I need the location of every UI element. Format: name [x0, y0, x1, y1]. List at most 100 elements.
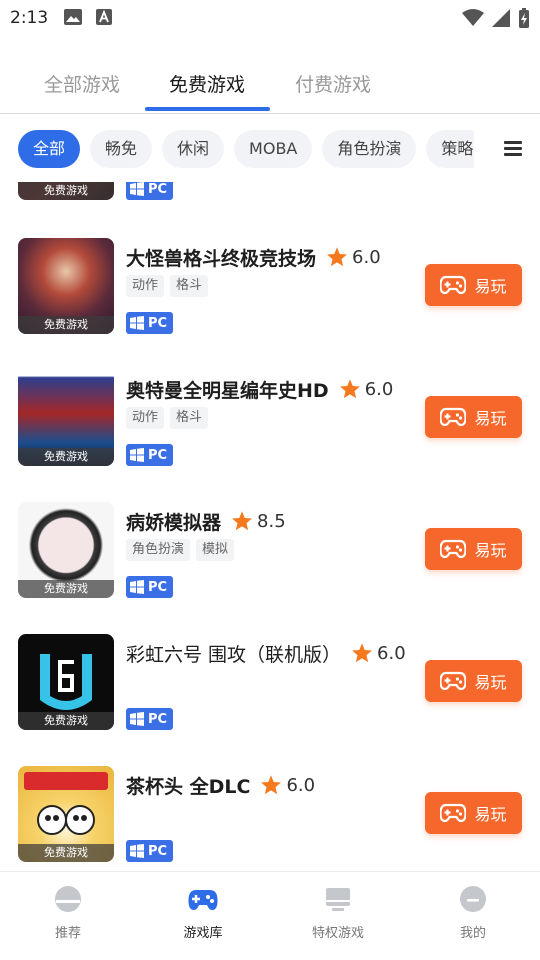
platform-badge: PC — [126, 576, 174, 598]
tab-all-games[interactable]: 全部游戏 — [44, 70, 120, 97]
game-tag: 动作 — [126, 407, 165, 429]
game-title: 奥特曼全明星编年史HD — [126, 379, 329, 402]
nav-item-privilege-games[interactable]: 特权游戏 — [278, 884, 398, 941]
play-button-label: 易玩 — [474, 805, 507, 824]
game-title: 病娇模拟器 — [126, 511, 222, 534]
filter-chip-moba[interactable]: MOBA — [234, 130, 313, 168]
gamepad-icon — [440, 539, 467, 559]
play-button-label: 易玩 — [474, 277, 507, 296]
windows-icon — [130, 182, 144, 196]
gamepad-icon — [440, 671, 467, 691]
list-item[interactable]: 免费游戏 PC — [0, 182, 540, 204]
signal-icon — [492, 9, 510, 27]
game-thumbnail: 免费游戏 — [18, 182, 114, 200]
filter-chip-list: 全部 畅免 休闲 MOBA 角色扮演 策略 — [18, 130, 474, 170]
game-tag: 格斗 — [170, 407, 209, 429]
status-time: 2:13 — [10, 8, 49, 28]
star-icon — [339, 379, 360, 399]
platform-badge: PC — [126, 182, 174, 200]
game-tag: 动作 — [126, 275, 165, 297]
free-game-badge: 免费游戏 — [18, 712, 114, 730]
game-tags: 角色扮演 模拟 — [126, 539, 235, 561]
list-item[interactable]: 免费游戏 彩虹六号 围攻（联机版） 6.0 PC 易玩 — [0, 634, 540, 734]
free-game-badge: 免费游戏 — [18, 182, 114, 200]
category-tabs: 全部游戏 免费游戏 付费游戏 — [0, 50, 540, 114]
list-item[interactable]: 免费游戏 病娇模拟器 8.5 角色扮演 模拟 PC 易玩 — [0, 502, 540, 602]
list-item[interactable]: 免费游戏 大怪兽格斗终极竞技场 6.0 动作 格斗 PC 易玩 — [0, 238, 540, 338]
free-game-badge: 免费游戏 — [18, 580, 114, 598]
text-notification-icon — [96, 9, 112, 25]
filter-chip-free[interactable]: 畅免 — [90, 130, 153, 168]
wifi-icon — [462, 9, 484, 26]
game-list: 免费游戏 PC 免费游戏 大怪兽格斗终极竞技场 6.0 动作 格斗 PC 易玩 — [0, 182, 540, 870]
windows-icon — [130, 580, 144, 594]
windows-icon — [130, 712, 144, 726]
windows-icon — [130, 316, 144, 330]
game-tag: 角色扮演 — [126, 539, 191, 561]
game-tag: 格斗 — [170, 275, 209, 297]
menu-icon[interactable] — [504, 141, 522, 157]
play-button-label: 易玩 — [474, 409, 507, 428]
platform-badge: PC — [126, 444, 174, 466]
game-thumbnail: 免费游戏 — [18, 634, 114, 730]
game-rating: 6.0 — [286, 774, 316, 796]
game-tags: 动作 格斗 — [126, 407, 209, 429]
game-rating: 6.0 — [364, 378, 394, 400]
nav-item-game-library[interactable]: 游戏库 — [143, 884, 263, 941]
profile-icon — [460, 886, 486, 912]
game-rating: 6.0 — [352, 246, 381, 268]
filter-chip-all[interactable]: 全部 — [18, 130, 81, 168]
free-game-badge: 免费游戏 — [18, 316, 114, 334]
star-icon — [352, 643, 372, 663]
gamepad-icon — [440, 803, 467, 823]
play-button[interactable]: 易玩 — [425, 660, 522, 702]
battery-icon — [519, 8, 529, 28]
active-tab-indicator — [145, 107, 270, 111]
filter-chip-casual[interactable]: 休闲 — [162, 130, 225, 168]
star-icon — [232, 511, 252, 531]
game-title: 茶杯头 全DLC — [126, 775, 251, 798]
filter-bar: 全部 畅免 休闲 MOBA 角色扮演 策略 — [0, 116, 540, 182]
play-button-label: 易玩 — [474, 541, 507, 560]
platform-badge: PC — [126, 708, 174, 730]
filter-chip-strategy[interactable]: 策略 — [426, 130, 474, 168]
star-icon — [327, 247, 347, 267]
windows-icon — [130, 844, 144, 858]
game-tag: 模拟 — [196, 539, 235, 561]
game-title: 彩虹六号 围攻（联机版） — [126, 643, 342, 666]
gamepad-icon — [188, 890, 218, 910]
nav-item-mine[interactable]: 我的 — [413, 884, 533, 941]
play-button-label: 易玩 — [474, 673, 507, 692]
status-bar: 2:13 — [0, 0, 540, 36]
tab-paid-games[interactable]: 付费游戏 — [295, 70, 371, 97]
gamepad-icon — [440, 407, 467, 427]
game-thumbnail: 免费游戏 — [18, 766, 114, 862]
platform-badge: PC — [126, 840, 174, 862]
gamepad-icon — [440, 275, 467, 295]
list-item[interactable]: 免费游戏 奥特曼全明星编年史HD 6.0 动作 格斗 PC 易玩 — [0, 370, 540, 470]
free-game-badge: 免费游戏 — [18, 844, 114, 862]
game-thumbnail: 免费游戏 — [18, 238, 114, 334]
free-game-badge: 免费游戏 — [18, 448, 114, 466]
game-title: 大怪兽格斗终极竞技场 — [126, 247, 317, 270]
game-thumbnail: 免费游戏 — [18, 370, 114, 466]
home-icon — [55, 886, 81, 912]
game-rating: 8.5 — [257, 510, 286, 532]
platform-badge: PC — [126, 312, 174, 334]
nav-item-recommend[interactable]: 推荐 — [8, 884, 128, 941]
bottom-nav: 推荐 游戏库 特权游戏 我的 — [0, 871, 540, 960]
play-button[interactable]: 易玩 — [425, 264, 522, 306]
game-tags: 动作 格斗 — [126, 275, 209, 297]
monitor-icon — [326, 888, 350, 911]
windows-icon — [130, 448, 144, 462]
play-button[interactable]: 易玩 — [425, 792, 522, 834]
tab-free-games[interactable]: 免费游戏 — [169, 70, 245, 97]
play-button[interactable]: 易玩 — [425, 528, 522, 570]
list-item[interactable]: 免费游戏 茶杯头 全DLC 6.0 PC 易玩 — [0, 766, 540, 866]
filter-chip-rpg[interactable]: 角色扮演 — [322, 130, 417, 168]
game-rating: 6.0 — [377, 642, 406, 664]
star-icon — [261, 775, 282, 795]
play-button[interactable]: 易玩 — [425, 396, 522, 438]
image-notification-icon — [64, 9, 82, 25]
game-thumbnail: 免费游戏 — [18, 502, 114, 598]
